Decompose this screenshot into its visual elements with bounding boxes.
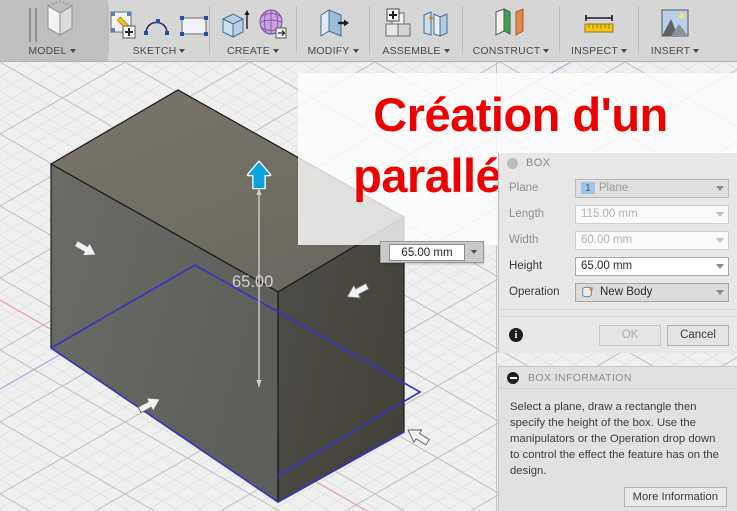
joint-icon[interactable]: [420, 9, 450, 44]
field-label-operation: Operation: [509, 286, 560, 298]
dialog-collapse-icon[interactable]: [507, 157, 518, 169]
chevron-down-icon: [443, 49, 450, 53]
plane-selection-control[interactable]: 1 Plane: [575, 178, 729, 198]
label-text: CONSTRUCT: [472, 45, 541, 57]
dialog-buttons: OK Cancel: [599, 324, 729, 346]
dialog-footer: i OK Cancel: [499, 316, 737, 353]
dialog-row-plane: Plane 1 Plane: [499, 175, 737, 201]
toolbar-group-create[interactable]: CREATE: [210, 0, 296, 61]
main-toolbar: MODEL SKETCH CREATE MODIFY ASSEMBLE CONS…: [0, 0, 737, 62]
collapse-minus-icon[interactable]: [507, 371, 519, 384]
cube-icon: [40, 0, 80, 44]
dialog-row-height: Height 65.00 mm: [499, 253, 737, 279]
chevron-down-icon: [273, 49, 279, 53]
inline-dimension-dropdown[interactable]: [465, 242, 483, 262]
new-body-icon: [581, 285, 595, 299]
dialog-title-text: BOX: [526, 157, 551, 169]
toolbar-group-sketch[interactable]: SKETCH: [109, 0, 209, 61]
label-text: MODIFY: [307, 45, 350, 57]
width-value: 60.00 mm: [581, 234, 633, 246]
operation-value: New Body: [600, 286, 653, 298]
label-text: INSPECT: [571, 45, 618, 57]
toolbar-group-construct[interactable]: CONSTRUCT: [463, 0, 559, 61]
chevron-down-icon: [716, 289, 724, 295]
create-sketch-icon[interactable]: [108, 9, 138, 44]
dialog-row-width: Width 60.00 mm: [499, 227, 737, 253]
cancel-button[interactable]: Cancel: [667, 324, 729, 346]
chevron-down-icon: [716, 263, 724, 269]
toolbar-label-inspect: INSPECT: [571, 45, 627, 57]
workspace-label-model: MODEL: [28, 45, 76, 57]
box-information-title: BOX INFORMATION: [528, 371, 632, 384]
label-text: ASSEMBLE: [382, 45, 441, 57]
chevron-down-icon: [543, 49, 550, 53]
toolbar-label-sketch: SKETCH: [133, 45, 186, 57]
box-information-header[interactable]: BOX INFORMATION: [499, 367, 737, 389]
dialog-separator: [499, 309, 737, 310]
workspace-switcher-model[interactable]: MODEL: [0, 0, 108, 61]
chevron-down-icon: [179, 49, 186, 53]
press-pull-icon[interactable]: [316, 7, 350, 44]
toolbar-group-modify[interactable]: MODIFY: [297, 0, 369, 61]
label-text: SKETCH: [132, 45, 177, 57]
field-label-width: Width: [509, 234, 539, 246]
insert-image-icon[interactable]: [659, 7, 691, 44]
label-text: MODEL: [28, 45, 67, 57]
length-value: 115.00 mm: [581, 208, 638, 220]
field-label-length: Length: [509, 208, 545, 220]
chevron-down-icon: [620, 49, 627, 53]
toolbar-label-construct: CONSTRUCT: [473, 45, 550, 57]
height-input[interactable]: 65.00 mm: [575, 256, 729, 276]
toolbar-group-inspect[interactable]: INSPECT: [560, 0, 638, 61]
inline-dimension-input[interactable]: 65.00 mm: [389, 243, 465, 261]
chevron-down-icon: [352, 49, 359, 53]
more-information-wrap: More Information: [499, 479, 737, 508]
rectangle-icon[interactable]: [178, 13, 210, 44]
box-information-text: Select a plane, draw a rectangle then sp…: [510, 401, 719, 478]
dialog-body: Plane 1 Plane Length 115.00 mm Width 60.…: [499, 173, 737, 316]
chevron-down-icon: [716, 185, 724, 191]
extrude-icon[interactable]: [219, 7, 251, 44]
spline-icon[interactable]: [143, 13, 173, 44]
measure-ruler-icon[interactable]: [581, 9, 617, 44]
new-component-icon[interactable]: [383, 7, 415, 44]
field-label-plane: Plane: [509, 182, 539, 194]
chevron-down-icon: [471, 250, 477, 254]
more-information-button[interactable]: More Information: [623, 487, 727, 508]
toolbar-label-modify: MODIFY: [307, 45, 359, 57]
operation-dropdown[interactable]: New Body: [575, 282, 729, 302]
ok-button[interactable]: OK: [599, 324, 661, 346]
toolbar-label-create: CREATE: [227, 45, 279, 57]
selection-count-badge: 1: [581, 182, 595, 194]
box-command-dialog: BOX Plane 1 Plane Length 115.00 mm Width…: [498, 153, 737, 353]
chevron-down-icon: [716, 237, 724, 243]
offset-plane-icon[interactable]: [492, 7, 530, 44]
dialog-row-length: Length 115.00 mm: [499, 201, 737, 227]
panel-edge-divider: [496, 62, 497, 511]
dialog-titlebar: BOX: [499, 153, 737, 173]
field-label-height: Height: [509, 260, 543, 272]
info-icon[interactable]: i: [509, 328, 523, 342]
toolbar-drag-grip[interactable]: [28, 8, 37, 42]
create-form-icon[interactable]: [256, 7, 288, 44]
chevron-down-icon: [693, 49, 700, 53]
height-value: 65.00 mm: [581, 260, 633, 272]
box-information-panel: BOX INFORMATION Select a plane, draw a r…: [498, 366, 737, 511]
toolbar-group-assemble[interactable]: ASSEMBLE: [370, 0, 462, 61]
chevron-down-icon: [716, 211, 724, 217]
inline-dimension-editor[interactable]: 65.00 mm: [380, 241, 484, 263]
fusion360-window: MODEL SKETCH CREATE MODIFY ASSEMBLE CONS…: [0, 0, 737, 511]
toolbar-label-insert: INSERT: [651, 45, 700, 57]
toolbar-label-assemble: ASSEMBLE: [382, 45, 450, 57]
length-input[interactable]: 115.00 mm: [575, 204, 729, 224]
label-text: CREATE: [226, 45, 270, 57]
width-input[interactable]: 60.00 mm: [575, 230, 729, 250]
toolbar-group-insert[interactable]: INSERT: [639, 0, 711, 61]
label-text: INSERT: [650, 45, 691, 57]
chevron-down-icon: [69, 49, 76, 53]
height-dimension-label: 65.00: [232, 273, 273, 291]
dialog-row-operation: Operation New Body: [499, 279, 737, 305]
plane-selection-value: Plane: [598, 182, 629, 194]
